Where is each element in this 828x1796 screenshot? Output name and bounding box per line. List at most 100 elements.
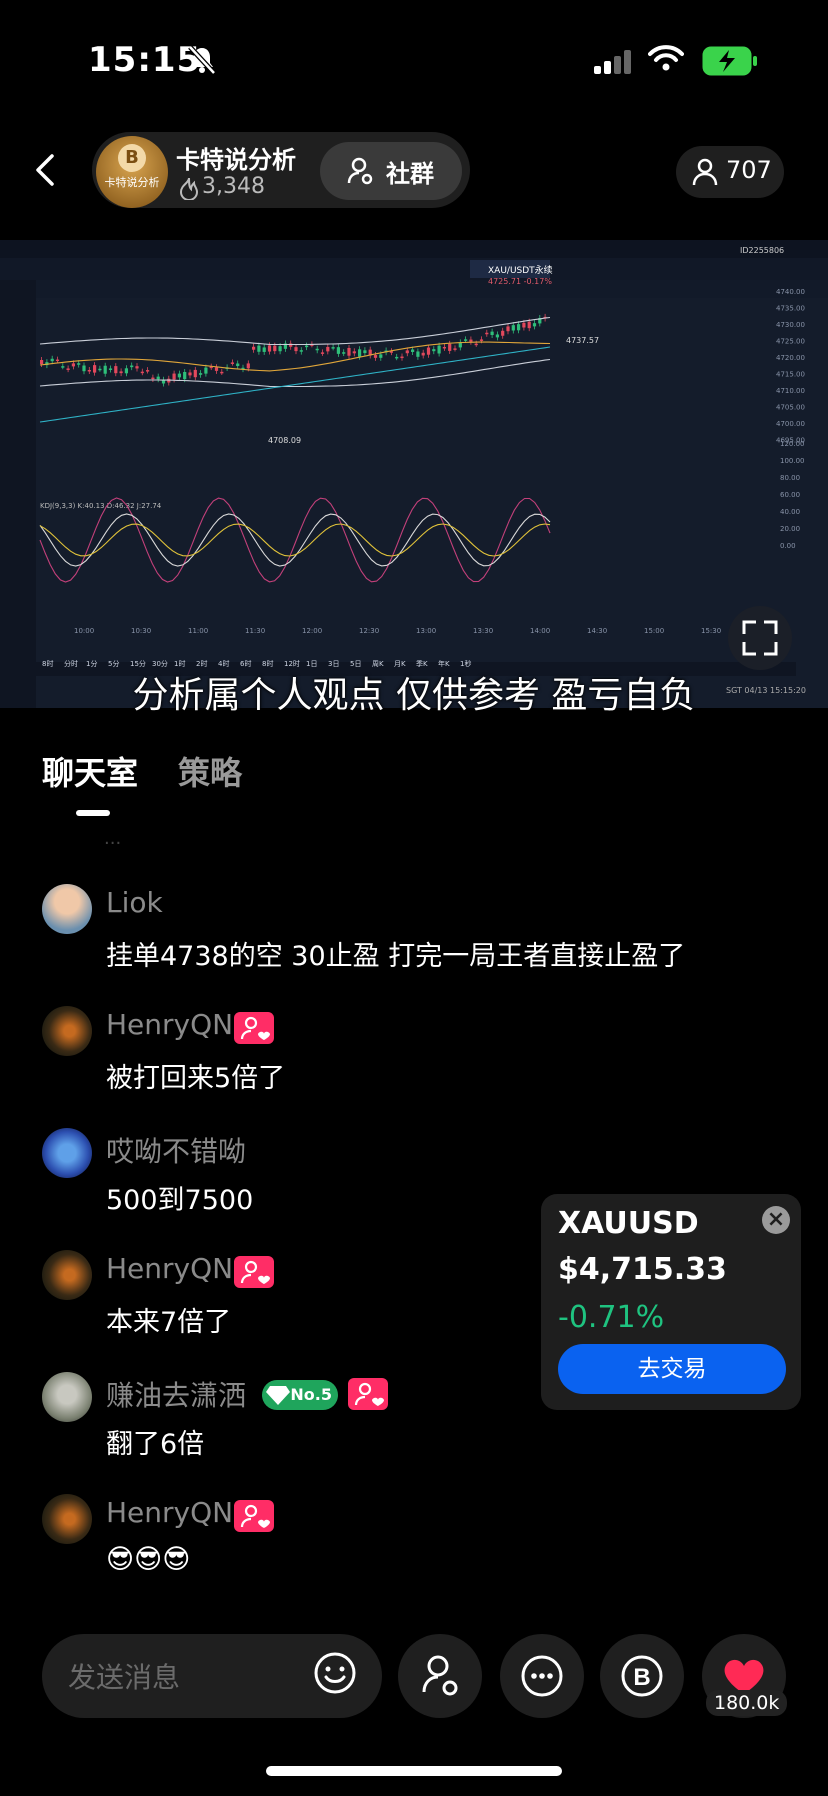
kdj-d: [39, 523, 551, 557]
chat-message: 😎😎😎: [106, 1544, 191, 1575]
chat-username[interactable]: Liok: [106, 886, 163, 919]
avatar[interactable]: [42, 884, 92, 934]
avatar[interactable]: [42, 1372, 92, 1422]
chat-message: 翻了6倍: [106, 1429, 205, 1460]
status-time: 15:15: [88, 40, 202, 80]
fan-badge: [234, 1256, 274, 1288]
time-tick: 15:00: [644, 627, 664, 635]
boll-upper: [39, 316, 551, 346]
fan-badge-icon: [240, 1016, 270, 1040]
time-tick: 13:30: [473, 627, 493, 635]
time-tick: 11:30: [245, 627, 265, 635]
group-button-label: 社群: [386, 160, 434, 188]
avatar[interactable]: [42, 1006, 92, 1056]
emoji-icon[interactable]: [312, 1650, 358, 1696]
fan-badge-icon: [240, 1504, 270, 1528]
chat-username[interactable]: 赚油去潇洒: [106, 1374, 246, 1414]
kdj-k: [39, 513, 551, 567]
chat-message: 被打回来5倍了: [106, 1063, 286, 1094]
flame-icon: [179, 177, 199, 200]
osc-tick: 80.00: [780, 474, 800, 482]
b-coin-icon: B: [621, 1655, 663, 1697]
time-tick: 11:00: [188, 627, 208, 635]
indicator-label: KDJ(9,3,3) K:40.13 D:46.32 J:27.74: [40, 502, 162, 510]
avatar[interactable]: [42, 1494, 92, 1544]
low-label: 4708.09: [268, 436, 301, 445]
wifi-icon: [648, 45, 684, 71]
chat-username[interactable]: HenryQN: [106, 1252, 233, 1285]
chat-message: 本来7倍了: [106, 1307, 232, 1338]
home-indicator: [266, 1766, 562, 1776]
screen-tab: XAU/USDT永续: [488, 264, 553, 276]
like-count: 180.0k: [706, 1690, 788, 1716]
osc-tick: 120.00: [780, 440, 805, 448]
price-tick: 4715.00: [776, 371, 805, 379]
fan-badge-icon: [240, 1260, 270, 1284]
avatar[interactable]: [42, 1250, 92, 1300]
osc-tick: 100.00: [780, 457, 805, 465]
back-icon[interactable]: [30, 150, 60, 190]
coin-button[interactable]: B: [600, 1634, 684, 1718]
fullscreen-button[interactable]: [728, 606, 792, 670]
osc-tick: 60.00: [780, 491, 800, 499]
battery-charging-icon: [702, 46, 757, 76]
price-tick: 4730.00: [776, 321, 805, 329]
trading-screen: XAU/USDT永续 4725.71 -0.17% ID2255806 SGT …: [0, 240, 828, 708]
close-icon[interactable]: ×: [762, 1206, 790, 1234]
osc-tick: 0.00: [780, 542, 796, 550]
fan-badge: [234, 1500, 274, 1532]
time-tick: 13:00: [416, 627, 436, 635]
price-tick: 4705.00: [776, 404, 805, 412]
price-tick: 4725.00: [776, 338, 805, 346]
link-user-icon: [422, 1655, 458, 1696]
trade-button[interactable]: 去交易: [558, 1344, 786, 1394]
diamond-icon: [266, 1386, 290, 1405]
host-avatar-text: 卡特说分析: [104, 176, 160, 189]
time-tick: 12:00: [302, 627, 322, 635]
ticker-symbol: XAUUSD: [558, 1206, 699, 1241]
time-tick: 14:00: [530, 627, 550, 635]
fullscreen-icon: [742, 620, 778, 656]
fan-badge: [234, 1012, 274, 1044]
message-input-placeholder: 发送消息: [68, 1661, 181, 1694]
avatar[interactable]: [42, 1128, 92, 1178]
bell-off-icon: [188, 45, 216, 75]
person-icon: [692, 158, 718, 186]
chat-message: 挂单4738的空 30止盈 打完一局王者直接止盈了: [106, 941, 686, 972]
signal-icon: [594, 50, 631, 74]
price-tick: 4720.00: [776, 354, 805, 362]
osc-tick: 20.00: [780, 525, 800, 533]
tab-indicator: [76, 810, 110, 816]
host-avatar-logo: B: [118, 144, 146, 172]
price-tick: 4735.00: [776, 305, 805, 313]
chat-message: 500到7500: [106, 1185, 254, 1216]
osc-tick: 40.00: [780, 508, 800, 516]
price-tick: 4700.00: [776, 420, 805, 428]
screen-header-price: 4725.71 -0.17%: [488, 277, 552, 286]
video-caption: 分析属个人观点 仅供参考 盈亏自负: [132, 675, 696, 716]
time-tick: 14:30: [587, 627, 607, 635]
screen-account-id: ID2255806: [740, 246, 784, 255]
host-name: 卡特说分析: [176, 146, 296, 174]
chat-username[interactable]: HenryQN: [106, 1008, 233, 1041]
link-mic-button[interactable]: [398, 1634, 482, 1718]
fan-badge: [348, 1378, 388, 1410]
high-label: 4737.57: [566, 336, 599, 345]
faded-message: ...: [104, 828, 122, 849]
more-icon: [521, 1655, 563, 1697]
tab-strategy[interactable]: 策略: [178, 748, 242, 794]
more-button[interactable]: [500, 1634, 584, 1718]
chat-username[interactable]: HenryQN: [106, 1496, 233, 1529]
time-tick: 15:30: [701, 627, 721, 635]
time-tick: 10:00: [74, 627, 94, 635]
group-user-icon: [347, 157, 373, 185]
kdj-j: [39, 497, 551, 583]
time-tick: 10:30: [131, 627, 151, 635]
price-tick: 4710.00: [776, 387, 805, 395]
chat-username[interactable]: 哎呦不错呦: [106, 1130, 246, 1170]
host-heat-count: 3,348: [202, 174, 265, 199]
live-video[interactable]: XAU/USDT永续 4725.71 -0.17% ID2255806 SGT …: [0, 240, 828, 708]
svg-text:B: B: [633, 1664, 650, 1691]
ticker-change: -0.71%: [558, 1300, 665, 1335]
tab-chat[interactable]: 聊天室: [42, 748, 138, 794]
